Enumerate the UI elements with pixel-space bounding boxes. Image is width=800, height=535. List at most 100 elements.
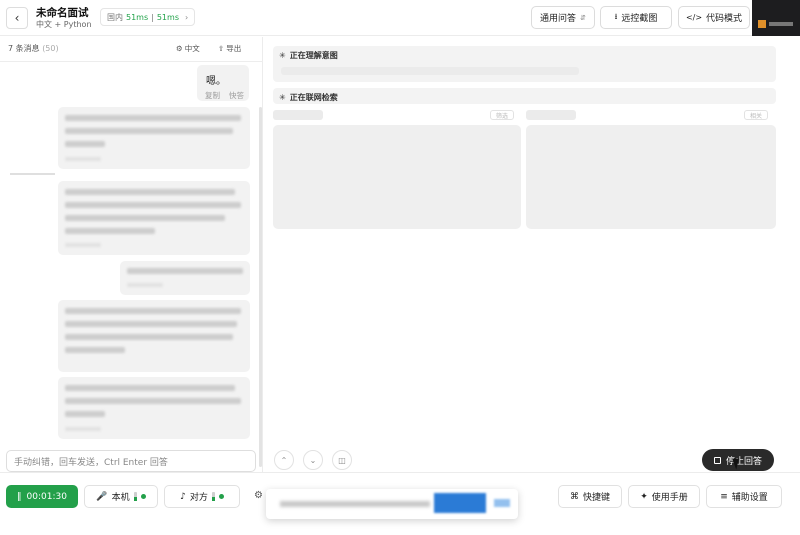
chevron-down-icon: ⌄ (309, 455, 317, 465)
ping-value-b: 51ms (156, 12, 179, 22)
redacted-text (65, 321, 237, 327)
latency-indicator[interactable]: 国内 51ms | 51ms › (100, 8, 196, 26)
correction-input-placeholder: 手动纠错，回车发送，Ctrl Enter 回答 (14, 457, 168, 468)
separator-line (10, 173, 55, 175)
command-icon: ⌘ (569, 491, 579, 502)
ping-region: 国内 (107, 12, 123, 22)
export-button-label: 导出 (226, 43, 242, 53)
code-mode-label: 代码模式 (706, 14, 743, 24)
redacted-primary-button[interactable] (434, 493, 486, 513)
loading-placeholder (526, 110, 576, 120)
spinner-icon: ✳ (279, 93, 286, 102)
mode-select[interactable]: 通用问答 ⇵ (531, 6, 595, 29)
peer-audio-button[interactable]: ♪ 对方 (164, 485, 240, 508)
manual-button[interactable]: ✦ 使用手册 (628, 485, 700, 508)
timer-value: 00:01:30 (26, 491, 67, 502)
code-icon: </> (685, 13, 703, 22)
redacted-actions[interactable] (127, 283, 163, 287)
remote-screenshot-label: 远控截图 (621, 14, 658, 24)
chevron-up-icon: ⌃ (280, 455, 288, 465)
local-mic-label: 本机 (111, 493, 130, 503)
hotkeys-button[interactable]: ⌘ 快捷键 (558, 485, 622, 508)
redacted-text (65, 411, 105, 417)
redacted-text (65, 308, 241, 314)
redacted-text (65, 215, 225, 221)
message-count-label: 7 条消息 (8, 44, 40, 53)
language-button[interactable]: ⚙ 中文 (176, 41, 200, 55)
page-title: 未命名面试 (36, 7, 89, 19)
filter-tag[interactable]: 筛选 (490, 110, 515, 120)
volume-meter (133, 492, 137, 501)
ping-value-a: 51ms (126, 12, 149, 22)
chevron-left-icon: ‹ (14, 11, 20, 25)
redacted-text (65, 385, 235, 391)
message-text: 嗯。 (206, 76, 226, 87)
redacted-actions[interactable] (65, 243, 101, 247)
intent-section: ✳ 正在理解意图 (273, 46, 776, 82)
assist-settings-button[interactable]: ≡ 辅助设置 (706, 485, 782, 508)
page-subtitle: 中文 + Python (36, 20, 92, 29)
stop-icon (713, 456, 721, 464)
assistant-message (58, 300, 250, 372)
copy-button[interactable]: 复制 (205, 90, 220, 101)
magic-wand-icon: ✦ (640, 491, 648, 502)
status-dot (140, 494, 146, 499)
redacted-text (65, 115, 241, 121)
conversation-panel: 7 条消息 (50) ⚙ 中文 ⇧ 导出 嗯。 复制 快答 手动纠错，回车发送，… (0, 37, 263, 472)
delete-button[interactable]: ◫ (332, 450, 352, 470)
spinner-icon: ✳ (279, 51, 286, 60)
assistant-message (58, 377, 250, 439)
timer-button[interactable]: ‖ 00:01:30 (6, 485, 78, 508)
related-tag[interactable]: 相关 (744, 110, 769, 120)
correction-input[interactable]: 手动纠错，回车发送，Ctrl Enter 回答 (6, 450, 256, 472)
sliders-icon: ≡ (720, 491, 728, 502)
redacted-text (65, 334, 233, 340)
ping-separator: | (151, 12, 154, 22)
headset-icon: ♪ (180, 491, 186, 502)
app-window: ‹ 未命名面试 中文 + Python 国内 51ms | 51ms › 通用问… (0, 0, 800, 535)
redacted-text (280, 501, 430, 507)
scroll-down-button[interactable]: ⌄ (303, 450, 323, 470)
search-result-card[interactable] (273, 125, 521, 229)
stop-answer-label: 停止回答 (725, 456, 762, 467)
redacted-text (65, 398, 241, 404)
hotkeys-label: 快捷键 (582, 493, 610, 503)
preview-thumbnail[interactable] (752, 0, 800, 36)
remote-screenshot-button[interactable]: ⭳ 远控截图 (600, 6, 672, 29)
footer-toolbar: ‖ 00:01:30 🎤 本机 ♪ 对方 ⚙ ⌘ 快捷键 ✦ 使用手册 ≡ 辅助… (0, 472, 800, 535)
search-result-card[interactable] (526, 125, 776, 229)
scrollbar[interactable] (259, 107, 262, 467)
redacted-text (127, 268, 243, 274)
export-button[interactable]: ⇧ 导出 (218, 41, 241, 55)
redacted-text (65, 228, 155, 234)
answer-panel: ✳ 正在理解意图 ✳ 正在联网检索 筛选 相关 ⌃ ⌄ ◫ 停止回答 (264, 37, 800, 472)
intent-section-label: 正在理解意图 (289, 51, 338, 60)
status-dot (218, 494, 224, 499)
redacted-actions[interactable] (65, 427, 101, 431)
loading-placeholder (281, 67, 579, 75)
chevron-right-icon: › (184, 12, 189, 22)
gear-icon[interactable]: ⚙ (254, 490, 263, 501)
assistant-message (58, 181, 250, 255)
local-mic-button[interactable]: 🎤 本机 (84, 485, 158, 508)
language-button-label: 中文 (184, 43, 200, 53)
globe-icon: ⚙ (176, 43, 183, 53)
code-mode-button[interactable]: </> 代码模式 (678, 6, 750, 29)
assist-settings-label: 辅助设置 (731, 493, 768, 503)
floating-popup[interactable] (266, 489, 518, 519)
redacted-text (65, 202, 241, 208)
redacted-secondary-button[interactable] (494, 499, 510, 507)
redacted-text (65, 347, 125, 353)
microphone-icon: 🎤 (96, 491, 108, 502)
scroll-up-button[interactable]: ⌃ (274, 450, 294, 470)
pause-icon: ‖ (17, 491, 22, 502)
search-section-title: ✳ 正在联网检索 (279, 92, 338, 103)
intent-section-title: ✳ 正在理解意图 (279, 50, 338, 61)
redacted-text (65, 189, 235, 195)
quick-answer-button[interactable]: 快答 (229, 90, 244, 101)
volume-meter (211, 492, 215, 501)
back-button[interactable]: ‹ (6, 7, 28, 29)
search-section: ✳ 正在联网检索 (273, 88, 776, 104)
redacted-actions[interactable] (65, 157, 101, 161)
loading-placeholder (273, 110, 323, 120)
